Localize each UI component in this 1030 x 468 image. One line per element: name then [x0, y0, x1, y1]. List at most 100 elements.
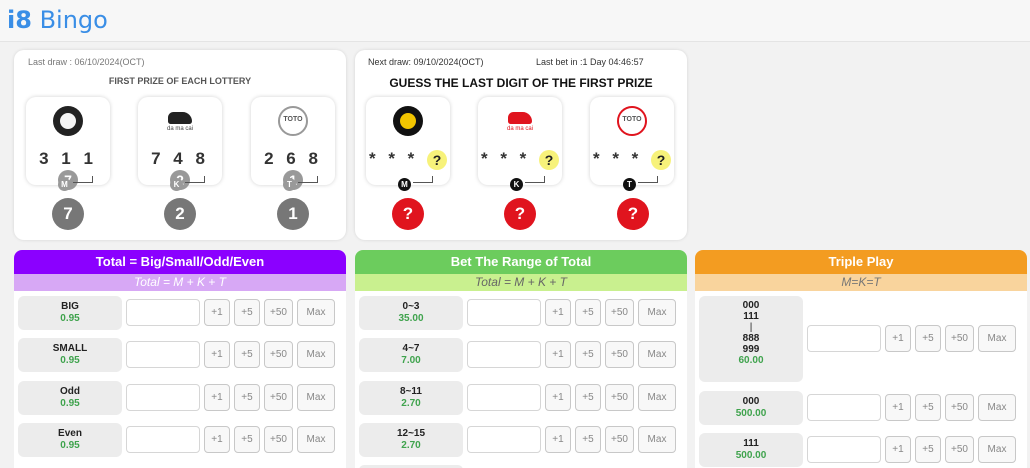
- plus-5-button[interactable]: +5: [575, 341, 601, 368]
- stake-input[interactable]: [807, 394, 881, 421]
- max-button[interactable]: Max: [978, 436, 1016, 463]
- plus-1-button[interactable]: +1: [545, 384, 571, 411]
- max-button[interactable]: Max: [638, 341, 676, 368]
- plus-1-button[interactable]: +1: [545, 299, 571, 326]
- lottery-tile-m: 3 1 1 7: [26, 97, 110, 190]
- logo-bold: i8: [7, 6, 32, 34]
- last-draw-card: Last draw : 06/10/2024(OCT) FIRST PRIZE …: [14, 50, 346, 240]
- damacai-horse-icon: da ma cai: [505, 106, 535, 136]
- plus-1-button[interactable]: +1: [885, 325, 911, 352]
- marker-t: T: [623, 178, 636, 191]
- app-header: i8 Bingo: [0, 0, 1030, 42]
- marker-k: K: [170, 178, 183, 191]
- plus-50-button[interactable]: +50: [264, 341, 293, 368]
- logo-text: Bingo: [31, 6, 108, 34]
- stake-input[interactable]: [467, 426, 541, 453]
- plus-50-button[interactable]: +50: [605, 426, 634, 453]
- plus-1-button[interactable]: +1: [545, 426, 571, 453]
- plus-1-button[interactable]: +1: [204, 299, 230, 326]
- panel-title: Bet The Range of Total: [355, 250, 687, 274]
- plus-5-button[interactable]: +5: [234, 299, 260, 326]
- masked-digits: * * * ?: [590, 149, 674, 170]
- plus-50-button[interactable]: +50: [264, 299, 293, 326]
- arrow-icon: [73, 176, 93, 183]
- plus-50-button[interactable]: +50: [264, 426, 293, 453]
- panel-subtitle: Total = M + K + T: [355, 274, 687, 291]
- magnum-logo-icon: [393, 106, 423, 136]
- plus-5-button[interactable]: +5: [234, 426, 260, 453]
- panel-title: Total = Big/Small/Odd/Even: [14, 250, 346, 274]
- bet-option[interactable]: 111 500.00: [699, 433, 803, 467]
- plus-1-button[interactable]: +1: [885, 436, 911, 463]
- stake-input[interactable]: [467, 341, 541, 368]
- bet-option[interactable]: 000 500.00: [699, 391, 803, 425]
- bet-option[interactable]: 0~3 35.00: [359, 296, 463, 330]
- max-button[interactable]: Max: [297, 384, 335, 411]
- plus-5-button[interactable]: +5: [915, 325, 941, 352]
- plus-1-button[interactable]: +1: [204, 426, 230, 453]
- plus-1-button[interactable]: +1: [204, 341, 230, 368]
- plus-5-button[interactable]: +5: [575, 299, 601, 326]
- first-prize-subtitle: FIRST PRIZE OF EACH LOTTERY: [108, 76, 252, 86]
- guess-tile-k[interactable]: da ma cai * * * ?: [478, 97, 562, 185]
- plus-5-button[interactable]: +5: [575, 426, 601, 453]
- damacai-horse-icon: da ma cai: [165, 106, 195, 136]
- masked-digits: * * * ?: [478, 149, 562, 170]
- bet-option[interactable]: 12~15 2.70: [359, 423, 463, 457]
- pending-result-m: ?: [392, 198, 424, 230]
- bet-option[interactable]: Odd 0.95: [18, 381, 122, 415]
- plus-50-button[interactable]: +50: [945, 394, 974, 421]
- marker-m: M: [398, 178, 411, 191]
- max-button[interactable]: Max: [297, 426, 335, 453]
- triple-play-panel: Triple Play M=K=T 000 111 | 888 999 60.0…: [695, 250, 1027, 468]
- plus-50-button[interactable]: +50: [945, 436, 974, 463]
- range-of-total-panel: Bet The Range of Total Total = M + K + T…: [355, 250, 687, 468]
- max-button[interactable]: Max: [638, 384, 676, 411]
- plus-5-button[interactable]: +5: [915, 436, 941, 463]
- stake-input[interactable]: [126, 299, 200, 326]
- bet-option[interactable]: SMALL 0.95: [18, 338, 122, 372]
- stake-input[interactable]: [126, 341, 200, 368]
- plus-50-button[interactable]: +50: [605, 384, 634, 411]
- plus-1-button[interactable]: +1: [885, 394, 911, 421]
- plus-50-button[interactable]: +50: [264, 384, 293, 411]
- max-button[interactable]: Max: [978, 325, 1016, 352]
- panel-title: Triple Play: [695, 250, 1027, 274]
- stake-input[interactable]: [126, 384, 200, 411]
- max-button[interactable]: Max: [638, 426, 676, 453]
- stake-input[interactable]: [467, 299, 541, 326]
- app-logo[interactable]: i8 Bingo: [7, 6, 108, 34]
- panel-subtitle: M=K=T: [695, 274, 1027, 291]
- plus-50-button[interactable]: +50: [605, 341, 634, 368]
- max-button[interactable]: Max: [297, 299, 335, 326]
- max-button[interactable]: Max: [638, 299, 676, 326]
- plus-50-button[interactable]: +50: [945, 325, 974, 352]
- question-badge: ?: [651, 149, 672, 170]
- bet-option[interactable]: 4~7 7.00: [359, 338, 463, 372]
- masked-digits: * * * ?: [366, 149, 450, 170]
- plus-5-button[interactable]: +5: [234, 384, 260, 411]
- plus-5-button[interactable]: +5: [234, 341, 260, 368]
- result-t: 1: [277, 198, 309, 230]
- arrow-icon: [298, 176, 318, 183]
- question-badge: ?: [539, 149, 560, 170]
- lottery-tile-k: da ma cai 7 4 8 2: [138, 97, 222, 190]
- stake-input[interactable]: [807, 436, 881, 463]
- bet-option[interactable]: 000 111 | 888 999 60.00: [699, 296, 803, 382]
- max-button[interactable]: Max: [297, 341, 335, 368]
- bet-option[interactable]: BIG 0.95: [18, 296, 122, 330]
- guess-tile-t[interactable]: TOTO * * * ?: [590, 97, 674, 185]
- marker-m: M: [58, 178, 71, 191]
- plus-50-button[interactable]: +50: [605, 299, 634, 326]
- stake-input[interactable]: [126, 426, 200, 453]
- plus-1-button[interactable]: +1: [545, 341, 571, 368]
- plus-1-button[interactable]: +1: [204, 384, 230, 411]
- plus-5-button[interactable]: +5: [915, 394, 941, 421]
- plus-5-button[interactable]: +5: [575, 384, 601, 411]
- bet-option[interactable]: Even 0.95: [18, 423, 122, 457]
- stake-input[interactable]: [807, 325, 881, 352]
- stake-input[interactable]: [467, 384, 541, 411]
- guess-tile-m[interactable]: * * * ?: [366, 97, 450, 185]
- max-button[interactable]: Max: [978, 394, 1016, 421]
- bet-option[interactable]: 8~11 2.70: [359, 381, 463, 415]
